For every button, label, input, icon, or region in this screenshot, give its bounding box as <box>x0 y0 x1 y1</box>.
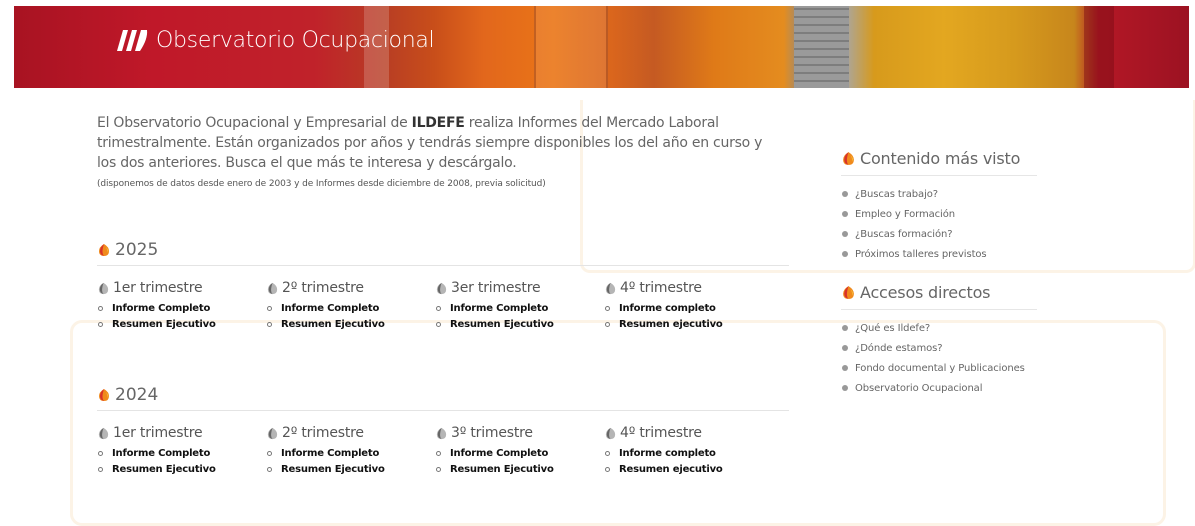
list-item: Resumen ejecutivo <box>604 316 773 332</box>
gray-drop-icon <box>436 427 447 439</box>
gray-drop-icon <box>436 282 447 294</box>
quarter-title: 3er trimestre <box>451 280 541 296</box>
executive-summary-link[interactable]: Resumen Ejecutivo <box>112 319 216 330</box>
brand-name: ILDEFE <box>411 115 465 131</box>
sidebar-link[interactable]: ¿Buscas trabajo? <box>855 189 938 200</box>
list-item: Informe Completo <box>435 300 604 316</box>
quarter-block: 1er trimestre Informe Completo Resumen E… <box>97 278 266 332</box>
sidebar-shortcuts: Accesos directos ¿Qué es Ildefe? ¿Dónde … <box>841 279 1037 398</box>
site-title[interactable]: Observatorio Ocupacional <box>156 28 435 53</box>
ildefe-logo-icon[interactable] <box>114 27 150 53</box>
sidebar-item: ¿Dónde estamos? <box>841 338 1037 358</box>
list-item: Informe completo <box>604 300 773 316</box>
gray-drop-icon <box>98 427 109 439</box>
data-availability-note: (disponemos de datos desde enero de 2003… <box>97 179 546 189</box>
full-report-link[interactable]: Informe completo <box>619 303 716 314</box>
sidebar-item: Observatorio Ocupacional <box>841 378 1037 398</box>
list-item: Informe Completo <box>435 445 604 461</box>
sidebar-link[interactable]: Observatorio Ocupacional <box>855 383 982 394</box>
full-report-link[interactable]: Informe Completo <box>281 303 379 314</box>
quarter-title: 1er trimestre <box>113 280 203 296</box>
sidebar-link[interactable]: ¿Buscas formación? <box>855 229 953 240</box>
gray-drop-icon <box>605 427 616 439</box>
executive-summary-link[interactable]: Resumen Ejecutivo <box>281 319 385 330</box>
sidebar-item: ¿Qué es Ildefe? <box>841 318 1037 338</box>
sidebar-item: Empleo y Formación <box>841 204 1037 224</box>
list-item: Resumen Ejecutivo <box>97 316 266 332</box>
executive-summary-link[interactable]: Resumen Ejecutivo <box>450 464 554 475</box>
quarter-block: 3º trimestre Informe Completo Resumen Ej… <box>435 423 604 477</box>
executive-summary-link[interactable]: Resumen Ejecutivo <box>112 464 216 475</box>
quarter-block: 1er trimestre Informe Completo Resumen E… <box>97 423 266 477</box>
year-title: 2024 <box>115 385 159 405</box>
full-report-link[interactable]: Informe completo <box>619 448 716 459</box>
full-report-link[interactable]: Informe Completo <box>112 448 210 459</box>
gray-drop-icon <box>267 427 278 439</box>
sidebar-title: Accesos directos <box>860 282 991 302</box>
sidebar-most-viewed: Contenido más visto ¿Buscas trabajo? Emp… <box>841 145 1037 264</box>
quarter-title: 2º trimestre <box>282 425 364 441</box>
orange-drop-icon <box>843 285 854 299</box>
sidebar-link[interactable]: Empleo y Formación <box>855 209 955 220</box>
executive-summary-link[interactable]: Resumen ejecutivo <box>619 319 723 330</box>
quarter-title: 4º trimestre <box>620 425 702 441</box>
sidebar-item: ¿Buscas trabajo? <box>841 184 1037 204</box>
list-item: Informe Completo <box>97 445 266 461</box>
year-section-2024: 2024 1er trimestre Informe Completo Resu… <box>97 380 789 477</box>
gray-drop-icon <box>605 282 616 294</box>
executive-summary-link[interactable]: Resumen ejecutivo <box>619 464 723 475</box>
quarter-title: 2º trimestre <box>282 280 364 296</box>
list-item: Resumen Ejecutivo <box>97 461 266 477</box>
quarter-block: 2º trimestre Informe Completo Resumen Ej… <box>266 423 435 477</box>
quarter-block: 4º trimestre Informe completo Resumen ej… <box>604 278 773 332</box>
full-report-link[interactable]: Informe Completo <box>112 303 210 314</box>
quarter-block: 4º trimestre Informe completo Resumen ej… <box>604 423 773 477</box>
full-report-link[interactable]: Informe Completo <box>281 448 379 459</box>
sidebar-link[interactable]: ¿Dónde estamos? <box>855 343 943 354</box>
year-section-2025: 2025 1er trimestre Informe Completo Resu… <box>97 235 789 332</box>
sidebar-title: Contenido más visto <box>860 148 1021 168</box>
orange-drop-icon <box>99 244 109 256</box>
list-item: Resumen Ejecutivo <box>435 316 604 332</box>
intro-text: El Observatorio Ocupacional y Empresaria… <box>97 115 763 171</box>
executive-summary-link[interactable]: Resumen Ejecutivo <box>450 319 554 330</box>
quarter-block: 2º trimestre Informe Completo Resumen Ej… <box>266 278 435 332</box>
orange-drop-icon <box>843 151 854 165</box>
full-report-link[interactable]: Informe Completo <box>450 303 548 314</box>
list-item: Informe Completo <box>266 445 435 461</box>
list-item: Informe Completo <box>97 300 266 316</box>
list-item: Resumen ejecutivo <box>604 461 773 477</box>
year-title: 2025 <box>115 240 159 260</box>
quarter-title: 1er trimestre <box>113 425 203 441</box>
full-report-link[interactable]: Informe Completo <box>450 448 548 459</box>
sidebar-item: Fondo documental y Publicaciones <box>841 358 1037 378</box>
sidebar-link[interactable]: Fondo documental y Publicaciones <box>855 363 1025 374</box>
executive-summary-link[interactable]: Resumen Ejecutivo <box>281 464 385 475</box>
sidebar-link[interactable]: ¿Qué es Ildefe? <box>855 323 930 334</box>
gray-drop-icon <box>267 282 278 294</box>
list-item: Resumen Ejecutivo <box>266 316 435 332</box>
sidebar-item: Próximos talleres previstos <box>841 244 1037 264</box>
sidebar-item: ¿Buscas formación? <box>841 224 1037 244</box>
list-item: Resumen Ejecutivo <box>435 461 604 477</box>
quarter-block: 3er trimestre Informe Completo Resumen E… <box>435 278 604 332</box>
list-item: Resumen Ejecutivo <box>266 461 435 477</box>
orange-drop-icon <box>99 389 109 401</box>
gray-drop-icon <box>98 282 109 294</box>
sidebar-link[interactable]: Próximos talleres previstos <box>855 249 987 260</box>
list-item: Informe completo <box>604 445 773 461</box>
quarter-title: 4º trimestre <box>620 280 702 296</box>
quarter-title: 3º trimestre <box>451 425 533 441</box>
list-item: Informe Completo <box>266 300 435 316</box>
